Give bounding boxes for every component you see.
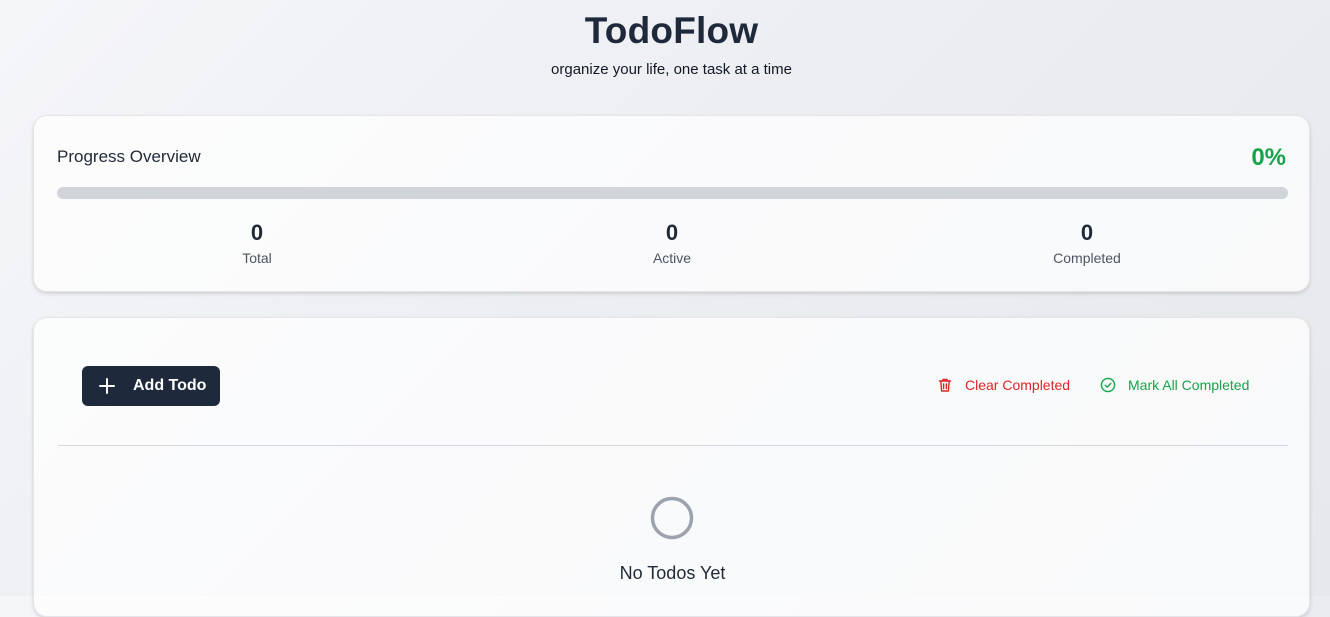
check-circle-icon <box>1100 377 1116 393</box>
stat-completed-value: 0 <box>1080 220 1094 245</box>
mark-all-completed-label: Mark All Completed <box>1128 377 1250 393</box>
stat-total-label: Total <box>242 250 272 266</box>
add-todo-label: Add Todo <box>133 377 207 394</box>
app-subtitle: organize your life, one task at a time <box>551 61 792 78</box>
circle-icon <box>650 496 694 540</box>
stat-completed: 0 Completed <box>987 220 1187 266</box>
progress-bar <box>57 187 1288 199</box>
stat-active-value: 0 <box>665 220 679 245</box>
stat-total-value: 0 <box>250 220 264 245</box>
stat-active: 0 Active <box>572 220 772 266</box>
add-todo-button[interactable]: Add Todo <box>82 366 220 406</box>
clear-completed-label: Clear Completed <box>965 377 1071 393</box>
app-title: TodoFlow <box>584 10 759 51</box>
stat-completed-label: Completed <box>1053 250 1121 266</box>
clear-completed-button[interactable]: Clear Completed <box>937 377 1070 393</box>
progress-title: Progress Overview <box>57 147 201 166</box>
stat-total: 0 Total <box>157 220 357 266</box>
todo-list-card: Add Todo Clear Completed Mark All Comple… <box>33 317 1310 617</box>
empty-state-title: No Todos Yet <box>619 563 726 583</box>
stat-active-label: Active <box>652 250 692 266</box>
progress-percent: 0% <box>1251 144 1286 171</box>
progress-overview-card: Progress Overview 0% 0 Total 0 Active 0 … <box>33 115 1310 292</box>
mark-all-completed-button[interactable]: Mark All Completed <box>1100 377 1249 393</box>
trash-icon <box>938 378 952 392</box>
plus-icon <box>99 378 115 394</box>
divider <box>58 445 1288 446</box>
